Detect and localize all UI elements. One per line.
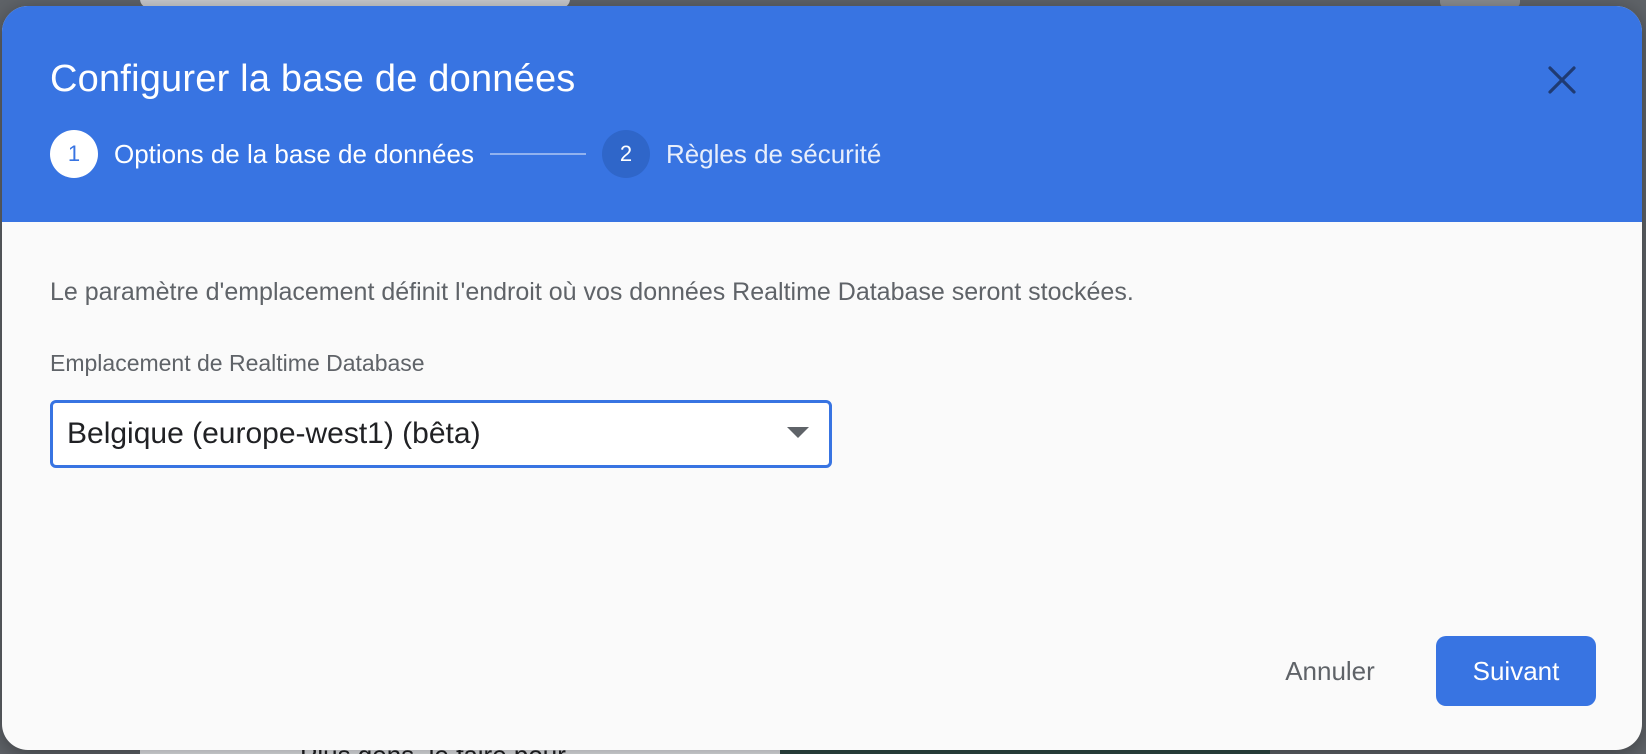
step-1-number: 1: [50, 130, 98, 178]
step-2-label: Règles de sécurité: [665, 138, 882, 169]
location-description: Le paramètre d'emplacement définit l'end…: [50, 278, 1134, 306]
step-connector: [489, 153, 586, 155]
step-1-label: Options de la base de données: [114, 138, 474, 169]
cancel-button[interactable]: Annuler: [1260, 636, 1400, 706]
close-icon: [1548, 66, 1576, 94]
location-select-value: Belgique (europe-west1) (bêta): [67, 417, 481, 450]
location-field-label: Emplacement de Realtime Database: [50, 350, 425, 376]
setup-database-dialog: Configurer la base de données 1 Options …: [2, 6, 1642, 750]
dialog-title: Configurer la base de données: [50, 58, 576, 100]
step-2-number: 2: [601, 130, 650, 178]
close-button[interactable]: [1540, 58, 1584, 102]
dropdown-arrow-icon: [787, 427, 809, 438]
location-select[interactable]: Belgique (europe-west1) (bêta): [50, 400, 832, 468]
stepper: 1 Options de la base de données 2 Règles…: [50, 130, 881, 178]
dialog-header: Configurer la base de données 1 Options …: [2, 6, 1642, 222]
next-button[interactable]: Suivant: [1436, 636, 1596, 706]
